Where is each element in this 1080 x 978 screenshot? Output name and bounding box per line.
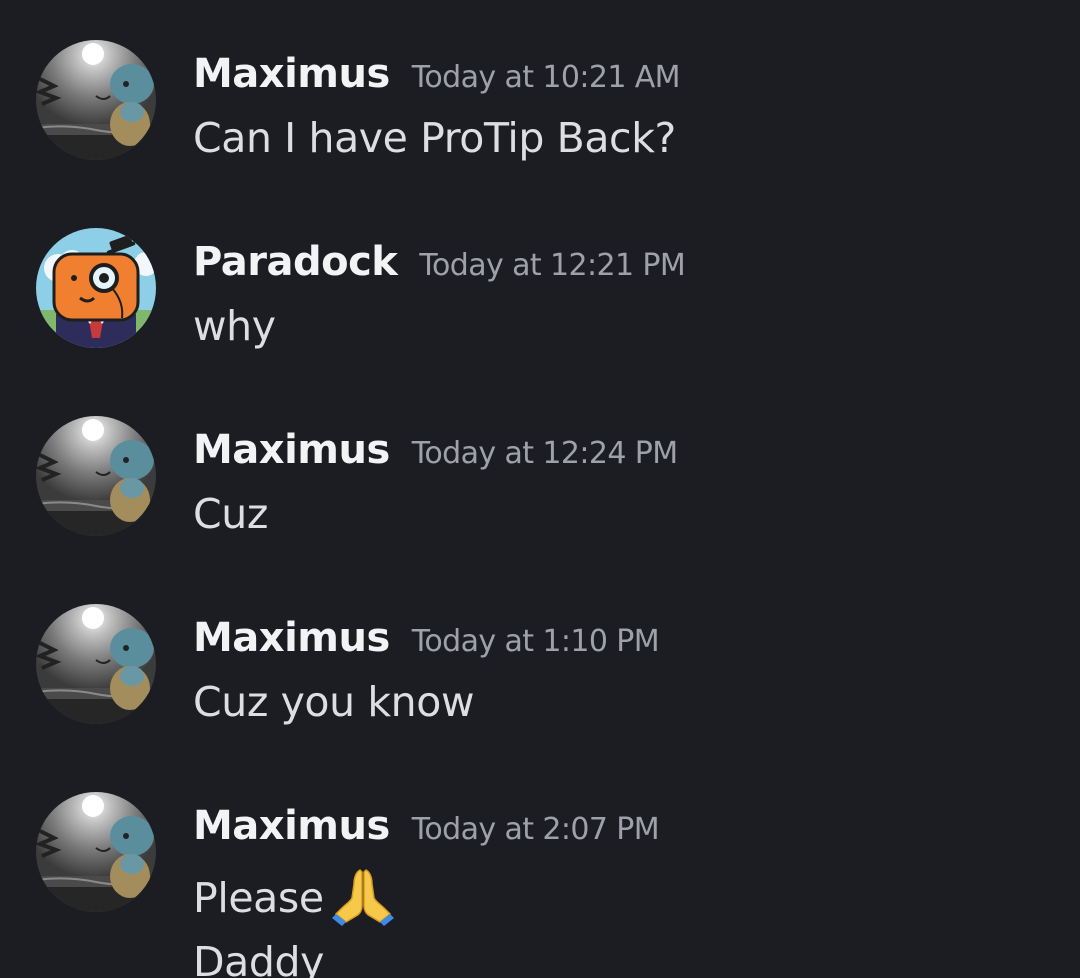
- message-item[interactable]: Maximus Today at 1:10 PM Cuz you know: [0, 564, 1080, 752]
- message-item[interactable]: Maximus Today at 12:24 PM Cuz: [0, 376, 1080, 564]
- orange-monocle-avatar[interactable]: [36, 228, 156, 348]
- timestamp: Today at 12:21 PM: [419, 248, 686, 283]
- timestamp: Today at 1:10 PM: [411, 624, 660, 659]
- username[interactable]: Maximus: [193, 615, 390, 661]
- username[interactable]: Maximus: [193, 427, 390, 473]
- chat-message-list: Maximus Today at 10:21 AM Can I have ProT…: [0, 0, 1080, 978]
- username[interactable]: Maximus: [193, 803, 390, 849]
- username[interactable]: Maximus: [193, 51, 390, 97]
- message-text: why: [193, 302, 276, 350]
- message-header: Maximus Today at 1:10 PM: [193, 612, 660, 672]
- message-item[interactable]: Maximus Today at 10:21 AM Can I have ProT…: [0, 0, 1080, 188]
- timestamp: Today at 12:24 PM: [411, 436, 678, 471]
- squirtle-moon-avatar[interactable]: [36, 416, 156, 536]
- message-text-followup: Daddy: [193, 938, 325, 978]
- message-header: Maximus Today at 10:21 AM: [193, 48, 681, 108]
- timestamp: Today at 2:07 PM: [411, 812, 660, 847]
- message-text: Cuz you know: [193, 678, 475, 726]
- message-item[interactable]: Paradock Today at 12:21 PM why: [0, 188, 1080, 376]
- folded-hands-emoji: [331, 864, 394, 926]
- message-header: Maximus Today at 2:07 PM: [193, 800, 660, 860]
- username[interactable]: Paradock: [193, 239, 398, 285]
- message-item[interactable]: Maximus Today at 2:07 PM Please Daddy: [0, 752, 1080, 978]
- message-text: Cuz: [193, 490, 268, 538]
- squirtle-moon-avatar[interactable]: [36, 792, 156, 912]
- message-text: Please: [193, 864, 394, 926]
- message-text-label: Please: [193, 874, 324, 922]
- timestamp: Today at 10:21 AM: [411, 60, 681, 95]
- message-header: Paradock Today at 12:21 PM: [193, 236, 686, 296]
- message-header: Maximus Today at 12:24 PM: [193, 424, 678, 484]
- squirtle-moon-avatar[interactable]: [36, 40, 156, 160]
- message-text: Can I have ProTip Back?: [193, 114, 676, 162]
- squirtle-moon-avatar[interactable]: [36, 604, 156, 724]
